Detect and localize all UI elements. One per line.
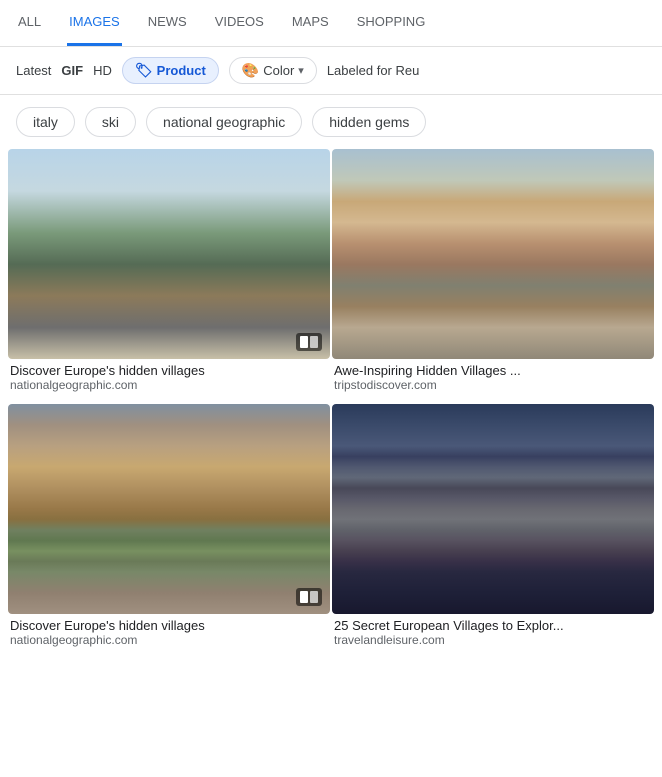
nav-tab-all[interactable]: ALL (16, 0, 43, 46)
chips-bar: italy ski national geographic hidden gems (0, 95, 662, 149)
slide-indicator (296, 588, 322, 606)
image-title: Discover Europe's hidden villages (8, 363, 330, 378)
filter-labeled[interactable]: Labeled for Reu (327, 63, 420, 78)
tag-icon: 🏷 (135, 62, 153, 79)
image-item-img2[interactable]: Awe-Inspiring Hidden Villages ...tripsto… (332, 149, 654, 396)
image-title: Awe-Inspiring Hidden Villages ... (332, 363, 654, 378)
chip-hidden-gems[interactable]: hidden gems (312, 107, 426, 137)
slide-dot (310, 336, 318, 348)
image-title: Discover Europe's hidden villages (8, 618, 330, 633)
image-thumbnail-img2 (332, 149, 654, 359)
nav-tabs: ALL IMAGES NEWS VIDEOS MAPS SHOPPING (0, 0, 662, 47)
filter-latest[interactable]: Latest (16, 63, 51, 78)
nav-tab-shopping[interactable]: SHOPPING (355, 0, 428, 46)
nav-tab-maps[interactable]: MAPS (290, 0, 331, 46)
image-thumbnail-img3 (8, 404, 330, 614)
image-source: nationalgeographic.com (8, 378, 330, 392)
chip-national-geographic[interactable]: national geographic (146, 107, 302, 137)
filter-color[interactable]: 🎨 Color ▾ (229, 57, 317, 84)
chip-ski[interactable]: ski (85, 107, 136, 137)
filter-product[interactable]: 🏷 Product (122, 57, 219, 84)
image-source: tripstodiscover.com (332, 378, 654, 392)
image-title: 25 Secret European Villages to Explor... (332, 618, 654, 633)
chip-italy[interactable]: italy (16, 107, 75, 137)
filter-hd[interactable]: HD (93, 63, 112, 78)
slide-indicator (296, 333, 322, 351)
image-grid: Discover Europe's hidden villagesnationa… (0, 149, 662, 657)
palette-icon: 🎨 (242, 62, 259, 79)
nav-tab-videos[interactable]: VIDEOS (213, 0, 266, 46)
nav-tab-news[interactable]: NEWS (146, 0, 189, 46)
filter-label: Color (263, 63, 294, 78)
image-item-img3[interactable]: Discover Europe's hidden villagesnationa… (8, 404, 330, 651)
image-thumbnail-img4 (332, 404, 654, 614)
slide-dot-active (300, 591, 308, 603)
slide-dot-active (300, 336, 308, 348)
nav-tab-images[interactable]: IMAGES (67, 0, 122, 46)
slide-dot (310, 591, 318, 603)
filter-bar: Latest GIF HD 🏷 Product 🎨 Color ▾ Labeled for Re… (0, 47, 662, 95)
image-item-img4[interactable]: 25 Secret European Villages to Explor...… (332, 404, 654, 651)
filter-gif[interactable]: GIF (61, 63, 83, 78)
image-thumbnail-img1 (8, 149, 330, 359)
filter-label: Product (157, 63, 206, 78)
image-source: nationalgeographic.com (8, 633, 330, 647)
image-source: travelandleisure.com (332, 633, 654, 647)
image-item-img1[interactable]: Discover Europe's hidden villagesnationa… (8, 149, 330, 396)
chevron-down-icon: ▾ (298, 64, 304, 77)
